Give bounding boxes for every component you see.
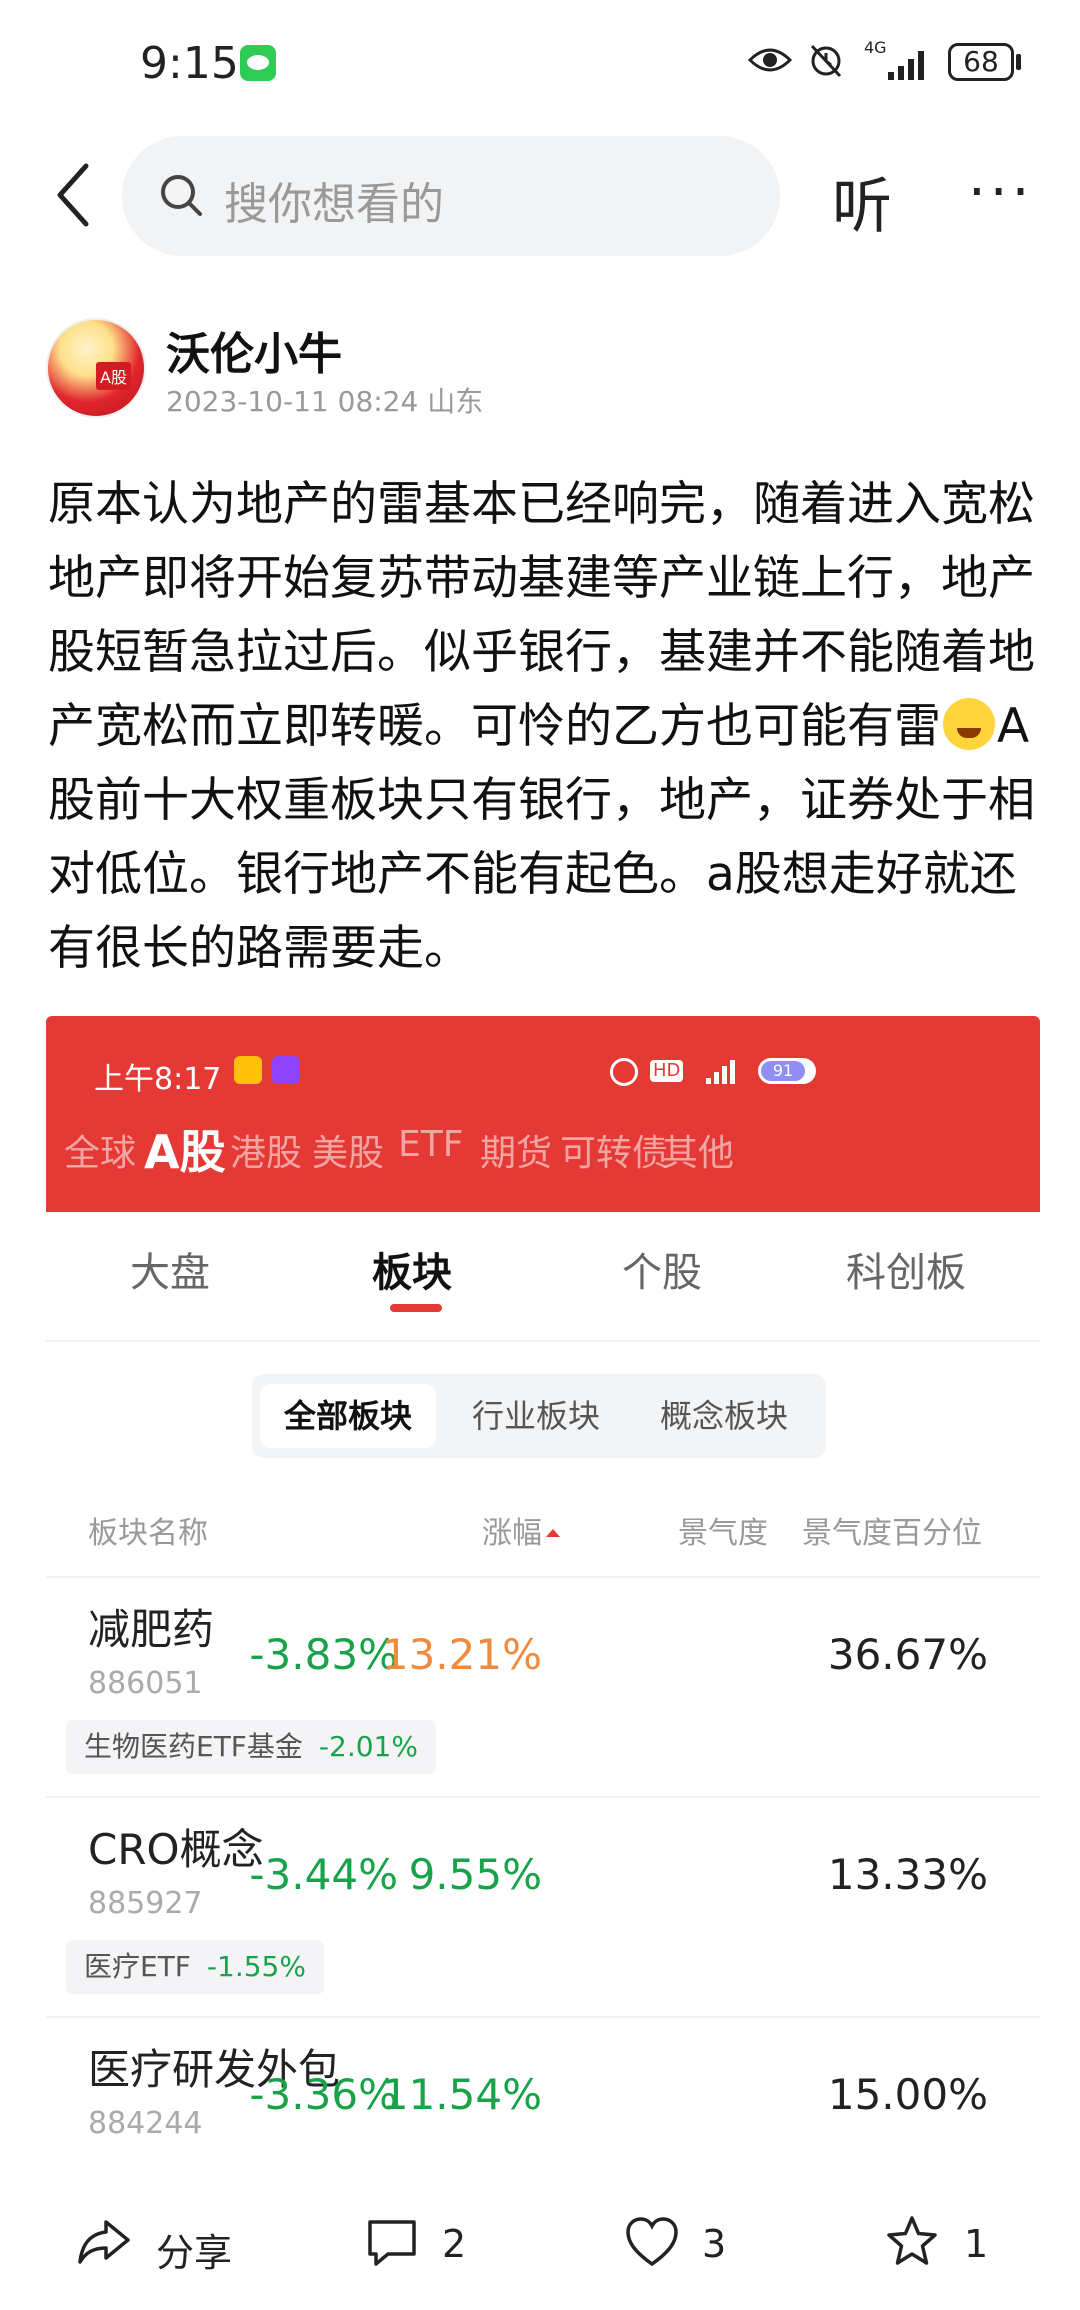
share-icon[interactable] [76,2214,132,2270]
avatar[interactable]: A股 [46,318,146,418]
alarm-off-icon [810,44,842,78]
favorite-count[interactable]: 1 [964,2222,988,2266]
sub-tab-market[interactable]: 大盘 [130,1240,210,1298]
sector-code: 884244 [88,2106,203,2141]
post-meta: 2023-10-11 08:24 山东 [166,385,484,418]
table-row[interactable]: CRO概念 885927 医疗ETF -1.55% -3.44% 9.55% 13… [46,1796,1040,2016]
author-name[interactable]: 沃伦小牛 [166,318,342,382]
favorite-star-icon[interactable] [884,2214,940,2270]
eye-icon [748,48,792,72]
active-tab-indicator [390,1304,442,1312]
sector-code: 886051 [88,1666,203,1701]
search-bar[interactable]: 搜你想看的 [122,136,780,256]
sector-heat: 9.55% [408,1850,542,1899]
market-tab-global[interactable]: 全球 [64,1124,136,1176]
column-header-change[interactable]: 涨幅 [482,1508,560,1552]
inner-status-time: 上午8:17 [94,1062,222,1097]
inner-battery-level: 91 [761,1061,805,1081]
column-header-heat-percentile: 景气度百分位 [802,1516,982,1551]
related-etf-chip[interactable]: 生物医药ETF基金 -2.01% [66,1720,436,1774]
sort-arrow-icon [546,1529,560,1537]
sector-change: -3.44% [249,1850,398,1899]
sub-tab-star-market[interactable]: 科创板 [846,1240,966,1298]
etf-change: -2.01% [318,1730,418,1763]
wechat-notification-icon [240,45,276,81]
sector-change: -3.83% [249,1630,398,1679]
sub-tab-stocks[interactable]: 个股 [622,1240,702,1298]
segment-all-sectors[interactable]: 全部板块 [260,1384,436,1448]
table-row[interactable]: 医疗研发外包 884244 -3.36% 11.54% 15.00% [46,2016,1040,2174]
sector-code: 885927 [88,1886,203,1921]
column-header-sector-name: 板块名称 [88,1516,208,1551]
market-tab-convertible[interactable]: 可转债 [560,1124,668,1176]
sector-filter-segment: 全部板块 行业板块 概念板块 [252,1374,826,1458]
sector-heat-percentile: 13.33% [827,1850,988,1899]
more-options-button[interactable]: ··· [968,160,1029,230]
market-tab-etf[interactable]: ETF [398,1124,463,1165]
column-header-change-label: 涨幅 [482,1516,542,1551]
post-body: 原本认为地产的雷基本已经响完，随着进入宽松地产即将开始复苏带动基建等产业链上行，… [48,468,1038,986]
battery-cap [1016,54,1021,70]
sector-heat-percentile: 15.00% [827,2070,988,2119]
sector-heat: 13.21% [381,1630,542,1679]
sector-heat-percentile: 36.67% [827,1630,988,1679]
sector-name: CRO概念 [88,1825,264,1874]
segment-industry-sectors[interactable]: 行业板块 [448,1384,624,1448]
column-header-heat: 景气度 [678,1516,768,1551]
segment-concept-sectors[interactable]: 概念板块 [636,1384,812,1448]
like-heart-icon[interactable] [624,2214,680,2270]
avatar-tag: A股 [96,362,131,390]
market-tab-other[interactable]: 其他 [662,1124,734,1176]
like-count[interactable]: 3 [702,2222,726,2266]
listen-button[interactable]: 听 [832,158,892,245]
share-label[interactable]: 分享 [156,2222,232,2277]
market-tab-hk[interactable]: 港股 [230,1124,302,1176]
app-notification-icon-2 [272,1056,300,1084]
sector-change: -3.36% [249,2070,398,2119]
market-tab-us[interactable]: 美股 [312,1124,384,1176]
inner-signal-icon [706,1060,735,1084]
signal-icon [888,51,924,80]
tab-divider [46,1340,1040,1342]
comment-icon[interactable] [364,2214,420,2270]
search-placeholder: 搜你想看的 [224,179,444,230]
market-tab-futures[interactable]: 期货 [480,1124,552,1176]
etf-name: 医疗ETF [84,1950,191,1983]
market-header: 上午8:17 HD 91 全球 A股 港股 美股 ETF 期货 可转债 其他 [46,1016,1040,1212]
hd-badge: HD [650,1060,684,1082]
sub-tab-sectors[interactable]: 板块 [372,1240,452,1298]
app-notification-icon [234,1056,262,1084]
etf-name: 生物医药ETF基金 [84,1730,303,1763]
status-time: 9:15 [140,38,239,89]
inner-alarm-icon [610,1058,638,1086]
inner-battery: 91 [758,1058,816,1084]
back-arrow-icon[interactable] [52,160,92,230]
market-tab-a-shares[interactable]: A股 [144,1116,226,1182]
search-icon [161,175,202,216]
etf-change: -1.55% [206,1950,306,1983]
sector-heat: 11.54% [381,2070,542,2119]
laughing-crying-emoji-icon [943,698,995,750]
sector-name: 减肥药 [88,1605,215,1654]
comment-count[interactable]: 2 [442,2222,466,2266]
table-row[interactable]: 减肥药 886051 生物医药ETF基金 -2.01% -3.83% 13.21%… [46,1576,1040,1796]
related-etf-chip[interactable]: 医疗ETF -1.55% [66,1940,324,1994]
post-text-part1: 原本认为地产的雷基本已经响完，随着进入宽松地产即将开始复苏带动基建等产业链上行，… [48,477,1035,754]
embedded-screenshot[interactable]: 上午8:17 HD 91 全球 A股 港股 美股 ETF 期货 可转债 其他 大… [46,1016,1040,2174]
battery-indicator: 68 [948,43,1014,81]
